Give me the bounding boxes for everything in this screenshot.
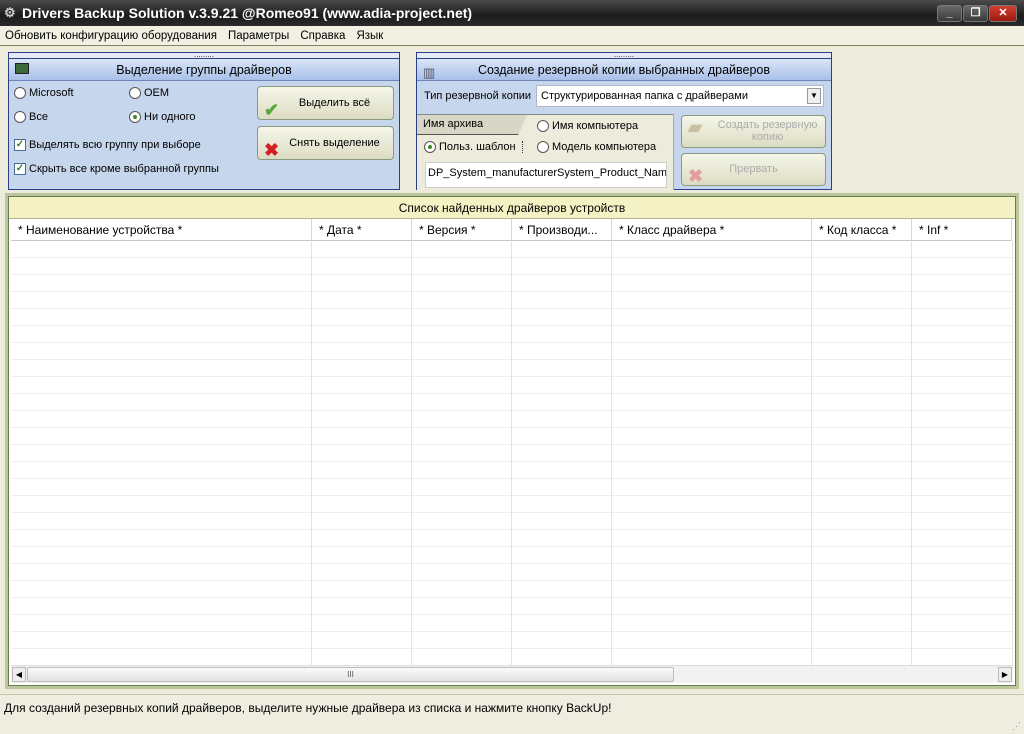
menu-language[interactable]: Язык xyxy=(351,26,389,46)
column-cells xyxy=(912,241,1013,665)
create-backup-button[interactable]: ▰ Создать резервную копию xyxy=(681,115,826,148)
radio-label: Microsoft xyxy=(29,87,74,100)
radio-circle[interactable] xyxy=(129,111,141,124)
radio-user-template[interactable]: Польз. шаблон xyxy=(424,141,523,154)
radio-oem[interactable]: OEM xyxy=(129,87,170,100)
resize-grip-icon[interactable]: ⋰ xyxy=(1012,721,1021,732)
archive-name-tab: Имя архива xyxy=(417,115,527,135)
panel-header: Выделение группы драйверов xyxy=(9,59,399,81)
checkmark-icon: ✔ xyxy=(264,100,280,120)
menu-help[interactable]: Справка xyxy=(295,26,351,46)
menu-update-config[interactable]: Обновить конфигурацию оборудования xyxy=(0,26,223,46)
button-label: Прервать xyxy=(729,163,778,175)
driver-group-panel: ......... Выделение группы драйверов Mic… xyxy=(8,51,400,190)
checkbox-select-whole-group[interactable]: ✓ Выделять всю группу при выборе xyxy=(14,139,201,152)
radio-label: Все xyxy=(29,111,48,124)
restore-button[interactable]: ❐ xyxy=(963,5,988,22)
column-cells xyxy=(612,241,812,665)
minimize-button[interactable]: _ xyxy=(937,5,962,22)
window-title: Drivers Backup Solution v.3.9.21 @Romeo9… xyxy=(22,5,473,21)
radio-none[interactable]: Ни одного xyxy=(129,111,196,124)
panel-title: Создание резервной копии выбранных драйв… xyxy=(477,63,771,77)
status-text: Для созданий резервных копий драйверов, … xyxy=(4,701,612,715)
checkbox-label: Скрыть все кроме выбранной группы xyxy=(29,163,219,176)
column-device-name[interactable]: * Наименование устройства * xyxy=(11,219,312,241)
checkbox-hide-others[interactable]: ✓ Скрыть все кроме выбранной группы xyxy=(14,163,219,176)
menu-parameters[interactable]: Параметры xyxy=(223,26,295,46)
radio-circle[interactable] xyxy=(424,141,436,154)
backup-type-select[interactable]: Структурированная папка с драйверами ▼ xyxy=(536,85,824,107)
close-button[interactable]: ✕ xyxy=(989,5,1017,22)
app-icon[interactable]: ⚙ xyxy=(4,6,18,20)
checkbox[interactable]: ✓ xyxy=(14,139,26,152)
driver-list: Список найденных драйверов устройств * Н… xyxy=(8,196,1016,686)
panel-header: ▥ Создание резервной копии выбранных дра… xyxy=(417,59,831,81)
scroll-left-arrow[interactable]: ◀ xyxy=(12,667,26,682)
radio-label: OEM xyxy=(144,87,170,100)
column-class-code[interactable]: * Код класса * xyxy=(812,219,912,241)
list-title: Список найденных драйверов устройств xyxy=(9,197,1015,219)
archive-name-group: Имя архива Имя компьютера Польз. шаблон … xyxy=(417,114,674,190)
checkbox[interactable]: ✓ xyxy=(14,163,26,176)
box-icon: ▰ xyxy=(688,117,702,137)
radio-computer-model[interactable]: Модель компьютера xyxy=(537,141,657,154)
column-cells xyxy=(512,241,612,665)
radio-circle[interactable] xyxy=(129,87,141,100)
column-inf[interactable]: * Inf * xyxy=(912,219,1012,241)
red-x-icon: ✖ xyxy=(264,140,280,160)
radio-all[interactable]: Все xyxy=(14,111,48,124)
card-icon xyxy=(15,63,29,74)
dropdown-arrow-icon[interactable]: ▼ xyxy=(807,88,821,104)
radio-circle[interactable] xyxy=(537,141,549,154)
column-date[interactable]: * Дата * xyxy=(312,219,412,241)
radio-microsoft[interactable]: Microsoft xyxy=(14,87,74,100)
menu-bar: Обновить конфигурацию оборудования Параме… xyxy=(0,26,1024,46)
select-value: Структурированная папка с драйверами xyxy=(541,90,748,102)
template-input[interactable]: DP_System_manufacturerSystem_Product_Nam… xyxy=(425,162,667,188)
radio-label: Имя компьютера xyxy=(552,120,639,133)
select-all-button[interactable]: ✔ Выделить всё xyxy=(257,86,394,120)
panel-title: Выделение группы драйверов xyxy=(116,63,292,77)
red-x-icon: ✖ xyxy=(688,166,704,186)
horizontal-scrollbar[interactable]: ◀ III ▶ xyxy=(11,665,1013,683)
radio-circle[interactable] xyxy=(14,87,26,100)
scroll-thumb[interactable]: III xyxy=(27,667,674,682)
button-label: Выделить всё xyxy=(298,97,371,109)
checkbox-label: Выделять всю группу при выборе xyxy=(29,139,201,152)
column-version[interactable]: * Версия * xyxy=(412,219,512,241)
backup-panel: ......... ▥ Создание резервной копии выб… xyxy=(416,51,832,190)
scroll-right-arrow[interactable]: ▶ xyxy=(998,667,1012,682)
backup-type-label: Тип резервной копии xyxy=(424,90,532,102)
column-manufacturer[interactable]: * Производи... xyxy=(512,219,612,241)
toolbox-icon: ▥ xyxy=(423,65,436,80)
radio-circle[interactable] xyxy=(537,120,549,133)
abort-button[interactable]: ✖ Прервать xyxy=(681,153,826,186)
status-bar: Для созданий резервных копий драйверов, … xyxy=(0,694,1024,734)
deselect-button[interactable]: ✖ Снять выделение xyxy=(257,126,394,160)
column-cells xyxy=(11,241,312,665)
radio-label: Польз. шаблон xyxy=(439,141,516,154)
column-cells xyxy=(312,241,412,665)
title-bar: ⚙ Drivers Backup Solution v.3.9.21 @Rome… xyxy=(0,0,1024,26)
button-label: Снять выделение xyxy=(289,137,380,149)
button-label: Создать резервную копию xyxy=(717,119,818,143)
column-driver-class[interactable]: * Класс драйвера * xyxy=(612,219,812,241)
column-cells xyxy=(812,241,912,665)
radio-circle[interactable] xyxy=(14,111,26,124)
column-cells xyxy=(412,241,512,665)
radio-label: Ни одного xyxy=(144,111,196,124)
radio-computer-name[interactable]: Имя компьютера xyxy=(537,120,639,133)
radio-label: Модель компьютера xyxy=(552,141,657,154)
